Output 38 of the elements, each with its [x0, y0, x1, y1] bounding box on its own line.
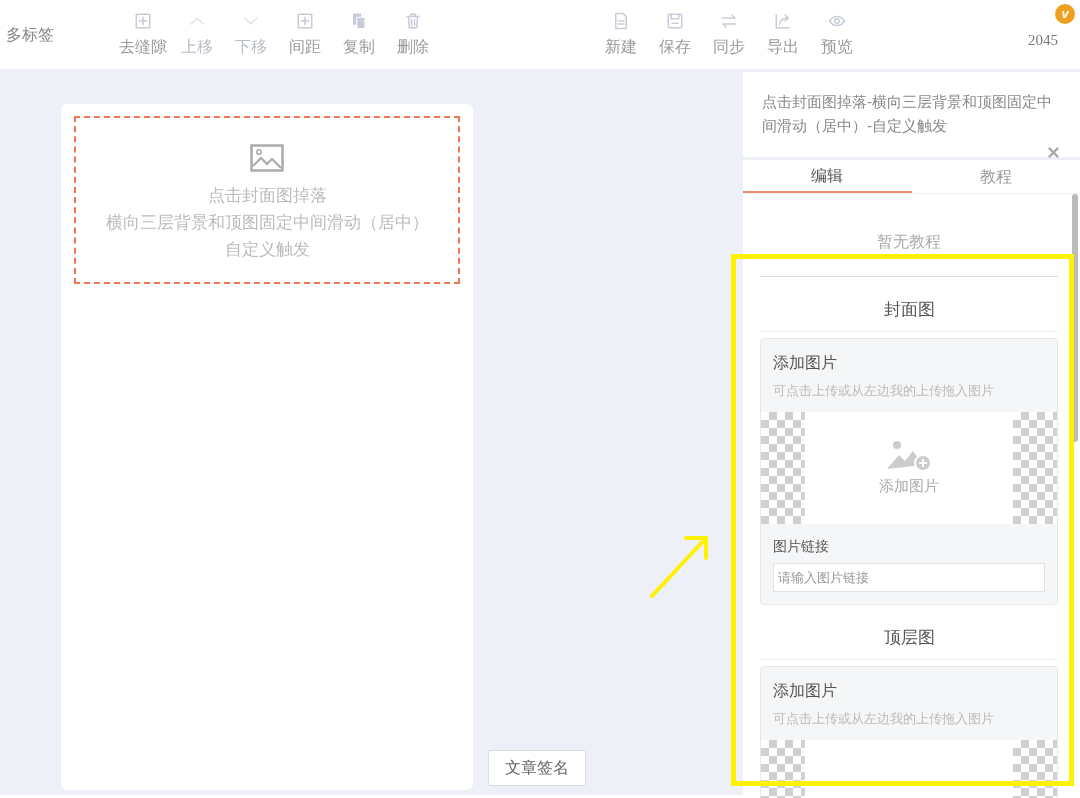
toolbar-button[interactable]: 间距	[278, 11, 332, 58]
empty-text: 暂无教程	[876, 232, 942, 252]
link-input[interactable]: 请输入图片链接	[773, 563, 1045, 592]
panel-title: 点击封面图掉落-横向三层背景和顶图固定中间滑动（居中）-自定义触发	[762, 92, 1053, 136]
toolbar-button[interactable]: 去缝隙	[116, 11, 170, 58]
tab[interactable]: 编辑	[743, 160, 912, 193]
card-title: 添加图片	[772, 680, 838, 701]
toolbar-button[interactable]: 保存	[648, 11, 702, 58]
card-title: 添加图片	[772, 352, 838, 373]
signature-button[interactable]: 文章签名	[488, 750, 586, 786]
vip-badge: v	[1055, 3, 1075, 24]
scrollbar[interactable]	[1072, 194, 1078, 442]
toolbar-button[interactable]: 删除	[386, 11, 440, 58]
share-icon	[774, 11, 792, 30]
toolbar-button[interactable]: 同步	[702, 11, 756, 58]
toolbar-button[interactable]: 导出	[756, 11, 810, 58]
count: 2045	[1028, 31, 1058, 48]
toolbar-button[interactable]: 新建	[594, 11, 648, 58]
arrows-icon	[719, 11, 739, 30]
field-label: 图片链接	[773, 537, 830, 556]
section-heading: 顶层图	[760, 617, 1058, 660]
image-icon	[250, 144, 284, 172]
floppy-icon	[666, 11, 684, 30]
upload-area[interactable]: 添加图片	[761, 412, 1057, 524]
move-icon	[296, 11, 314, 30]
placeholder-text: 点击封面图掉落	[207, 185, 327, 207]
document-icon	[612, 11, 630, 30]
trash-icon	[404, 11, 422, 30]
add-image-icon	[885, 438, 933, 473]
section-heading: 封面图	[760, 289, 1058, 332]
placeholder-text: 自定义触发	[224, 239, 310, 261]
toolbar-button[interactable]: 预览	[810, 11, 864, 58]
tab[interactable]: 教程	[911, 160, 1080, 193]
page-title: 多标签	[6, 24, 55, 45]
copy-icon	[350, 11, 368, 30]
toolbar-button[interactable]: 复制	[332, 11, 386, 58]
move-icon	[134, 11, 152, 30]
upload-label: 添加图片	[879, 475, 939, 496]
